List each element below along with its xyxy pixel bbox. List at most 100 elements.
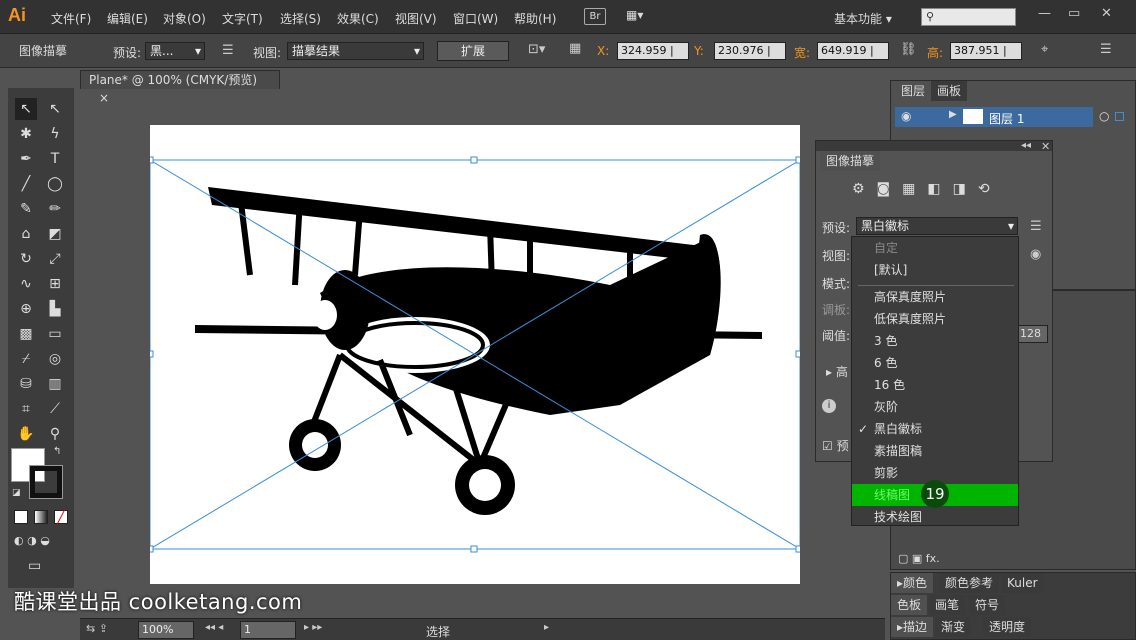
eye-icon[interactable]: ◉ — [1030, 247, 1041, 262]
trace-preset-select[interactable]: 黑白徽标 ▾ — [856, 217, 1018, 235]
preset-item-high-fidelity-photo[interactable]: 高保真度照片 — [852, 286, 1018, 308]
preset-item-sketched-art[interactable]: 素描图稿 — [852, 440, 1018, 462]
default-colors-icon[interactable]: ◪ — [12, 488, 21, 498]
preset-item-6-colors[interactable]: 6 色 — [852, 352, 1018, 374]
eraser-tool-icon[interactable]: ◩ — [44, 223, 66, 245]
close-icon[interactable]: ✕ — [1041, 140, 1050, 153]
lasso-tool-icon[interactable]: ϟ — [44, 123, 66, 145]
menu-effect[interactable]: 效果(C) — [337, 10, 379, 27]
artboard-tool-icon[interactable]: ⌗ — [15, 398, 37, 420]
artboard-number-field[interactable]: 1 — [240, 621, 296, 639]
expand-button[interactable]: 扩展 — [437, 41, 509, 61]
tab-kuler[interactable]: Kuler — [1001, 573, 1044, 593]
close-icon[interactable]: ✕ — [1101, 6, 1112, 21]
none-mode-icon[interactable]: ╱ — [54, 510, 68, 524]
preset-menu-icon[interactable]: ☰ — [1030, 219, 1042, 234]
transform-icon[interactable]: ⌖ — [1041, 42, 1048, 57]
rotate-tool-icon[interactable]: ↻ — [15, 248, 37, 270]
preset-item-technical-drawing[interactable]: 技术绘图 — [852, 506, 1018, 528]
preset-item-16-colors[interactable]: 16 色 — [852, 374, 1018, 396]
swap-colors-icon[interactable]: ↰ — [53, 446, 61, 457]
hand-tool-icon[interactable]: ✋ — [15, 423, 37, 445]
status-menu-icon[interactable]: ▸ — [544, 622, 549, 633]
panel-menu-icon[interactable]: ☰ — [1100, 42, 1112, 57]
preset-item-black-white-logo[interactable]: ✓ 黑白徽标 — [852, 418, 1018, 440]
tab-color[interactable]: ▸颜色 — [891, 573, 934, 593]
shape-builder-tool-icon[interactable]: ⊕ — [15, 298, 37, 320]
h-field[interactable]: 387.951 | — [950, 42, 1022, 60]
mesh-tool-icon[interactable]: ▩ — [15, 323, 37, 345]
screen-mode-icon[interactable]: ▭ — [28, 558, 41, 574]
trace-panel-icon[interactable]: ☰ — [222, 43, 234, 58]
tab-gradient[interactable]: 渐变 — [935, 617, 972, 637]
prev-artboard-icons[interactable]: ◂◂ ◂ — [205, 622, 223, 633]
gradient-mode-icon[interactable] — [34, 510, 48, 524]
scale-tool-icon[interactable]: ⤢ — [44, 248, 66, 270]
menu-select[interactable]: 选择(S) — [280, 10, 321, 27]
menu-type[interactable]: 文字(T) — [222, 10, 263, 27]
slice-tool-icon[interactable]: ⟋ — [44, 398, 66, 420]
menu-object[interactable]: 对象(O) — [163, 10, 206, 27]
minimize-icon[interactable]: — — [1038, 6, 1051, 21]
preset-item-low-fidelity-photo[interactable]: 低保真度照片 — [852, 308, 1018, 330]
search-input[interactable]: ⚲ — [921, 8, 1016, 26]
tab-color-guide[interactable]: 颜色参考 — [939, 573, 1000, 593]
gradient-tool-icon[interactable]: ▭ — [44, 323, 66, 345]
magic-wand-tool-icon[interactable]: ✱ — [15, 123, 37, 145]
perspective-grid-tool-icon[interactable]: ▙ — [44, 298, 66, 320]
tab-brushes[interactable]: 画笔 — [929, 595, 966, 615]
target-icon[interactable]: ○ — [1099, 109, 1109, 123]
column-graph-tool-icon[interactable]: ▥ — [44, 373, 66, 395]
symbol-sprayer-tool-icon[interactable]: ⛁ — [15, 373, 37, 395]
next-artboard-icons[interactable]: ▸ ▸▸ — [304, 622, 322, 633]
status-icons[interactable]: ⇆ ⇪ — [86, 622, 108, 635]
menu-file[interactable]: 文件(F) — [51, 10, 91, 27]
tab-image-trace[interactable]: 图像描摹 — [820, 151, 881, 171]
line-tool-icon[interactable]: ╱ — [15, 173, 37, 195]
expand-triangle-icon[interactable]: ▶ — [949, 109, 957, 120]
tab-transparency[interactable]: 透明度 — [983, 617, 1032, 637]
layer-row[interactable]: ◉ ▶ 图层 1 ○ — [895, 107, 1124, 127]
menu-help[interactable]: 帮助(H) — [514, 10, 556, 27]
x-field[interactable]: 324.959 | — [617, 42, 689, 60]
view-select[interactable]: 描摹结果 ▾ — [287, 42, 424, 60]
color-mode-icon[interactable] — [14, 510, 28, 524]
advanced-toggle[interactable]: ▸ 高 — [826, 363, 848, 380]
bridge-button[interactable]: Br — [584, 8, 606, 25]
close-icon[interactable]: × — [99, 91, 109, 105]
align-icon[interactable]: ⊡▾ — [528, 42, 545, 57]
eyedropper-tool-icon[interactable]: ⌿ — [15, 348, 37, 370]
blend-tool-icon[interactable]: ◎ — [44, 348, 66, 370]
w-field[interactable]: 649.919 | — [817, 42, 889, 60]
zoom-field[interactable]: 100% — [138, 621, 194, 639]
zoom-tool-icon[interactable]: ⚲ — [44, 423, 66, 445]
warp-tool-icon[interactable]: ∿ — [15, 273, 37, 295]
tab-symbols[interactable]: 符号 — [969, 595, 1006, 615]
menu-view[interactable]: 视图(V) — [395, 10, 437, 27]
preset-item-grayscale[interactable]: 灰阶 — [852, 396, 1018, 418]
ellipse-tool-icon[interactable]: ◯ — [44, 173, 66, 195]
artboard[interactable] — [146, 125, 803, 584]
tab-layers[interactable]: 图层 — [895, 81, 932, 101]
blob-brush-tool-icon[interactable]: ⌂ — [15, 223, 37, 245]
tab-artboards[interactable]: 画板 — [931, 81, 968, 101]
trace-preset-icons[interactable]: ⚙◙▦◧◨⟲ — [852, 181, 1002, 197]
preview-checkbox[interactable]: ☑ 预 — [822, 437, 849, 454]
restore-icon[interactable]: ▭ — [1068, 6, 1080, 21]
threshold-field[interactable]: 128 — [1016, 325, 1048, 343]
menu-edit[interactable]: 编辑(E) — [107, 10, 148, 27]
eye-icon[interactable]: ◉ — [901, 109, 911, 123]
paintbrush-tool-icon[interactable]: ✎ — [15, 198, 37, 220]
preset-item-default[interactable]: [默认] — [852, 259, 1018, 281]
tab-stroke[interactable]: ▸描边 — [891, 617, 934, 637]
preset-item-3-colors[interactable]: 3 色 — [852, 330, 1018, 352]
preset-select[interactable]: 黑... ▾ — [145, 42, 205, 60]
constrain-link-icon[interactable]: ⛓ — [900, 42, 917, 57]
y-field[interactable]: 230.976 | — [714, 42, 786, 60]
stroke-swatch[interactable] — [29, 465, 63, 499]
free-transform-tool-icon[interactable]: ⊞ — [44, 273, 66, 295]
selection-tool-icon[interactable]: ↖ — [15, 98, 37, 120]
workspace-switcher[interactable]: 基本功能 ▾ — [834, 10, 892, 27]
document-tab[interactable]: Plane* @ 100% (CMYK/预览) × — [80, 70, 280, 105]
panel-footer-icons[interactable]: ▢ ▣ fx. — [898, 552, 940, 565]
